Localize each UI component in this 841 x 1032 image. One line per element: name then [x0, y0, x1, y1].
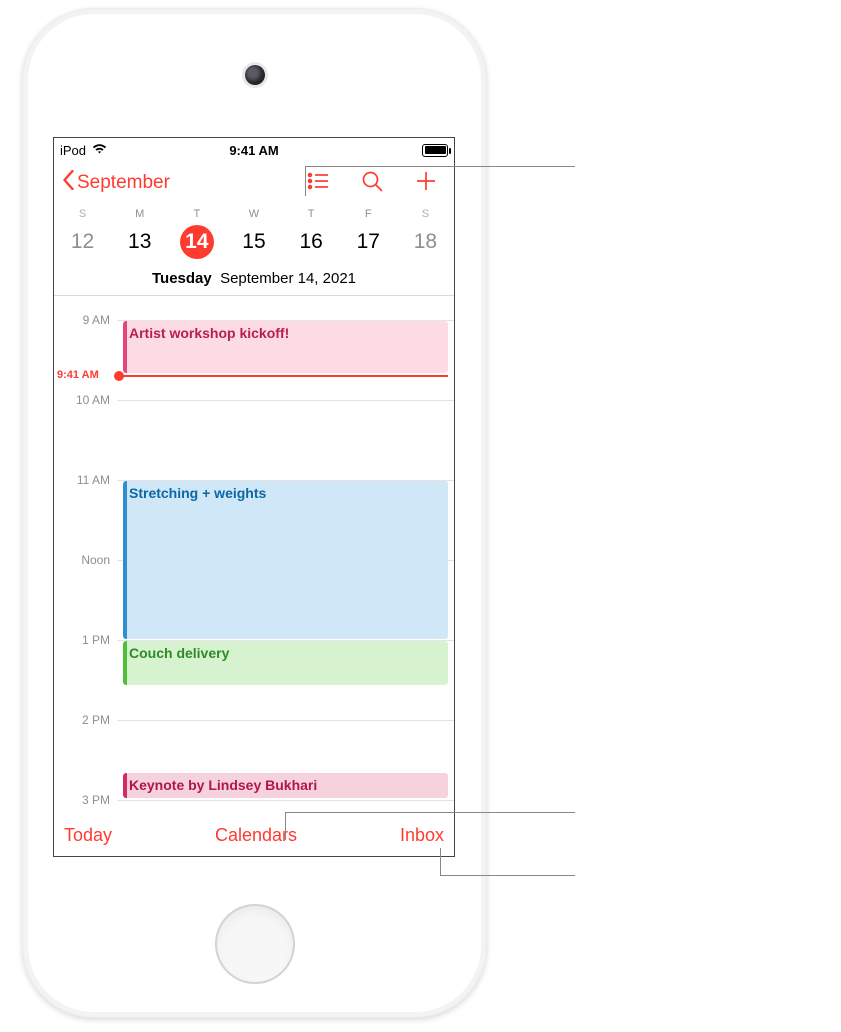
weekday-label: T: [168, 208, 225, 220]
date-num: 16: [294, 225, 328, 259]
nav-bar: September: [54, 162, 454, 204]
search-button[interactable]: [358, 169, 386, 197]
weekday-label: T: [283, 208, 340, 220]
weekday-label: S: [54, 208, 111, 220]
event-title: Keynote by Lindsey Bukhari: [129, 777, 317, 793]
hour-label: 9 AM: [83, 313, 110, 327]
event-block[interactable]: Keynote by Lindsey Bukhari: [123, 773, 448, 798]
hour-label: 3 PM: [82, 793, 110, 807]
home-button[interactable]: [215, 904, 295, 984]
today-button[interactable]: Today: [64, 825, 112, 846]
event-title: Couch delivery: [129, 645, 229, 661]
weekday-label: S: [397, 208, 454, 220]
ipod-device: iPod 9:41 AM September: [22, 8, 487, 1018]
callout-line: [285, 812, 286, 840]
back-button[interactable]: September: [62, 170, 170, 196]
weekday-label: W: [225, 208, 282, 220]
date-cell[interactable]: 13: [111, 224, 168, 260]
date-cell[interactable]: 18: [397, 224, 454, 260]
current-time-label: 9:41 AM: [54, 369, 102, 381]
weekday-label: M: [111, 208, 168, 220]
week-dates: 12 13 14 15 16 17 18: [54, 222, 454, 268]
callout-line: [305, 166, 306, 196]
inbox-button[interactable]: Inbox: [400, 825, 444, 846]
callout-line: [440, 848, 441, 875]
list-view-button[interactable]: [304, 169, 332, 197]
event-block[interactable]: Artist workshop kickoff!: [123, 321, 448, 373]
bottom-toolbar: Today Calendars Inbox: [54, 814, 454, 856]
date-cell[interactable]: 15: [225, 224, 282, 260]
event-title: Stretching + weights: [129, 485, 266, 501]
event-block[interactable]: Stretching + weights: [123, 481, 448, 639]
date-cell[interactable]: 16: [283, 224, 340, 260]
hour-label: Noon: [81, 553, 110, 567]
callout-line: [305, 166, 575, 167]
screen: iPod 9:41 AM September: [53, 137, 455, 857]
front-camera: [245, 65, 265, 85]
date-cell[interactable]: 12: [54, 224, 111, 260]
day-timeline[interactable]: 9 AM 10 AM 11 AM Noon 1 PM 2 PM 3 PM: [54, 296, 454, 826]
date-num: 17: [351, 225, 385, 259]
date-string: September 14, 2021: [220, 270, 356, 287]
date-num: 13: [123, 225, 157, 259]
weekday-label: F: [340, 208, 397, 220]
date-num: 14: [180, 225, 214, 259]
event-block[interactable]: Couch delivery: [123, 641, 448, 685]
plus-icon: [414, 169, 438, 198]
battery-icon: [422, 144, 448, 157]
hour-label: 10 AM: [76, 393, 110, 407]
date-cell-selected[interactable]: 14: [168, 224, 225, 260]
date-cell[interactable]: 17: [340, 224, 397, 260]
back-label: September: [77, 172, 170, 194]
date-num: 15: [237, 225, 271, 259]
full-date-label: Tuesday September 14, 2021: [54, 268, 454, 295]
date-num: 12: [66, 225, 100, 259]
hour-label: 11 AM: [77, 473, 110, 487]
event-title: Artist workshop kickoff!: [129, 325, 289, 341]
hour-label: 1 PM: [82, 633, 110, 647]
callout-line: [285, 812, 575, 813]
search-icon: [360, 169, 384, 198]
chevron-left-icon: [62, 170, 75, 196]
date-num: 18: [408, 225, 442, 259]
status-time: 9:41 AM: [54, 143, 454, 158]
callout-line: [440, 875, 575, 876]
weekday-header: S M T W T F S: [54, 204, 454, 222]
status-bar: iPod 9:41 AM: [54, 138, 454, 162]
list-icon: [306, 169, 330, 198]
weekday-name: Tuesday: [152, 270, 212, 287]
hour-label: 2 PM: [82, 713, 110, 727]
add-event-button[interactable]: [412, 169, 440, 197]
